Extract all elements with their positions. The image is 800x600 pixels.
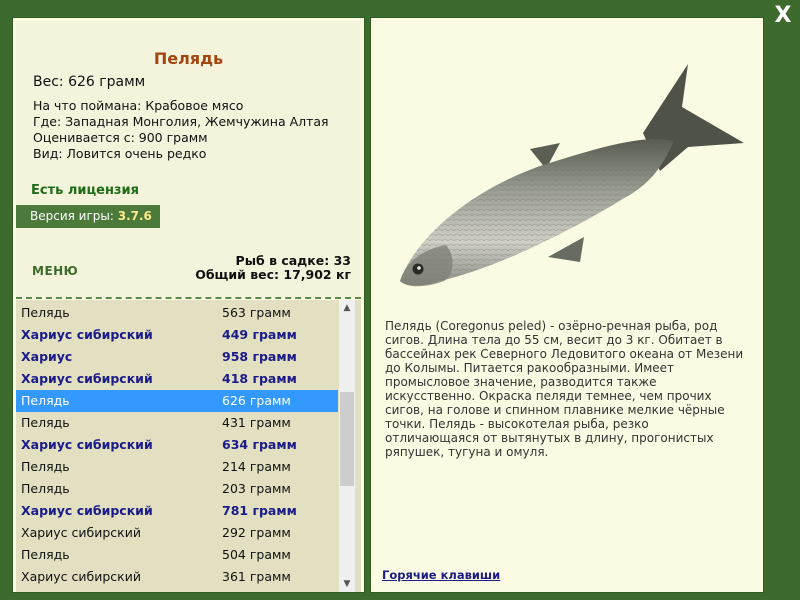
catch-fish-weight: 431 грамм [222, 415, 291, 430]
version-bar: Версия игры: 3.7.6 [16, 205, 160, 228]
catch-list-item[interactable]: Хариус сибирский 292 грамм [16, 522, 338, 544]
catch-fish-name: Хариус сибирский [21, 371, 153, 386]
divider [16, 297, 361, 299]
fish-weight: Вес: 626 грамм [33, 74, 146, 90]
catch-list[interactable]: Пелядь 563 грамм Хариус сибирский 449 грамм… [16, 302, 338, 588]
catch-fish-name: Пелядь [21, 547, 70, 562]
catch-fish-name: Пелядь [21, 305, 70, 320]
catch-fish-name: Хариус сибирский [21, 327, 153, 342]
catch-fish-name: Хариус сибирский [21, 503, 153, 518]
catch-list-item[interactable]: Хариус сибирский 418 грамм [16, 368, 338, 390]
catch-fish-weight: 626 грамм [222, 393, 291, 408]
catch-fish-weight: 203 грамм [222, 481, 291, 496]
catch-list-item[interactable]: Хариус сибирский 634 грамм [16, 434, 338, 456]
close-button[interactable]: X [770, 4, 796, 28]
fish-description: Пелядь (Coregonus peled) - озёрно-речная… [385, 319, 744, 459]
catch-list-item[interactable]: Пелядь 563 грамм [16, 302, 338, 324]
catch-fish-name: Пелядь [21, 459, 70, 474]
catch-fish-weight: 504 грамм [222, 547, 291, 562]
version-value: 3.7.6 [117, 209, 152, 223]
scrollbar-thumb[interactable] [340, 392, 354, 486]
catch-fish-name: Пелядь [21, 481, 70, 496]
catch-fish-weight: 361 грамм [222, 569, 291, 584]
catch-list-item[interactable]: Пелядь 626 грамм [16, 390, 338, 412]
catch-fish-weight: 214 грамм [222, 459, 291, 474]
cage-count: Рыб в садке: 33 [235, 253, 351, 268]
catch-fish-name: Хариус [21, 349, 73, 364]
catch-fish-weight: 781 грамм [222, 503, 297, 518]
chevron-up-icon[interactable]: ▲ [339, 300, 355, 316]
fish-eye-highlight [417, 266, 421, 270]
catch-fish-weight: 418 грамм [222, 371, 297, 386]
fish-image [400, 64, 744, 287]
catch-list-item[interactable]: Хариус 958 грамм [16, 346, 338, 368]
fish-info-panel: Пелядь Вес: 626 грамм На что поймана: Кр… [13, 18, 364, 592]
catch-list-area: Пелядь 563 грамм Хариус сибирский 449 грамм… [16, 300, 361, 592]
catch-fish-name: Хариус сибирский [21, 525, 141, 540]
version-label: Версия игры: [30, 209, 114, 223]
location-info: Где: Западная Монголия, Жемчужина Алтая [33, 114, 329, 129]
catch-list-item[interactable]: Пелядь 431 грамм [16, 412, 338, 434]
catch-fish-weight: 292 грамм [222, 525, 291, 540]
ventral-fin [548, 237, 584, 262]
fish-detail-panel: Пелядь (Coregonus peled) - озёрно-речная… [371, 18, 763, 592]
menu-button[interactable]: МЕНЮ [32, 264, 78, 278]
catch-list-item[interactable]: Пелядь 203 грамм [16, 478, 338, 500]
catch-fish-weight: 449 грамм [222, 327, 297, 342]
catch-list-item[interactable]: Хариус сибирский 781 грамм [16, 500, 338, 522]
catch-list-item[interactable]: Хариус сибирский 361 грамм [16, 566, 338, 588]
bait-info: На что поймана: Крабовое мясо [33, 98, 244, 113]
catch-fish-name: Хариус сибирский [21, 437, 153, 452]
hotkeys-link[interactable]: Горячие клавиши [382, 568, 500, 582]
cage-total-weight: Общий вес: 17,902 кг [195, 267, 351, 282]
cage-summary: Рыб в садке: 33 Общий вес: 17,902 кг [195, 254, 351, 282]
chevron-down-icon[interactable]: ▼ [339, 576, 355, 592]
catch-list-item[interactable]: Пелядь 214 грамм [16, 456, 338, 478]
catch-fish-weight: 563 грамм [222, 305, 291, 320]
fish-title: Пелядь [153, 49, 224, 68]
rarity-info: Вид: Ловится очень редко [33, 146, 207, 161]
catch-fish-name: Хариус сибирский [21, 569, 141, 584]
catch-fish-name: Пелядь [21, 393, 70, 408]
catch-fish-weight: 958 грамм [222, 349, 297, 364]
value-info: Оценивается с: 900 грамм [33, 130, 208, 145]
catch-fish-name: Пелядь [21, 415, 70, 430]
license-status: Есть лицензия [31, 183, 139, 198]
scrollbar[interactable]: ▲ ▼ [339, 300, 355, 592]
fish-info: Пелядь Вес: 626 грамм На что поймана: Кр… [16, 21, 361, 297]
catch-list-item[interactable]: Хариус сибирский 449 грамм [16, 324, 338, 346]
catch-list-item[interactable]: Пелядь 504 грамм [16, 544, 338, 566]
catch-fish-weight: 634 грамм [222, 437, 297, 452]
